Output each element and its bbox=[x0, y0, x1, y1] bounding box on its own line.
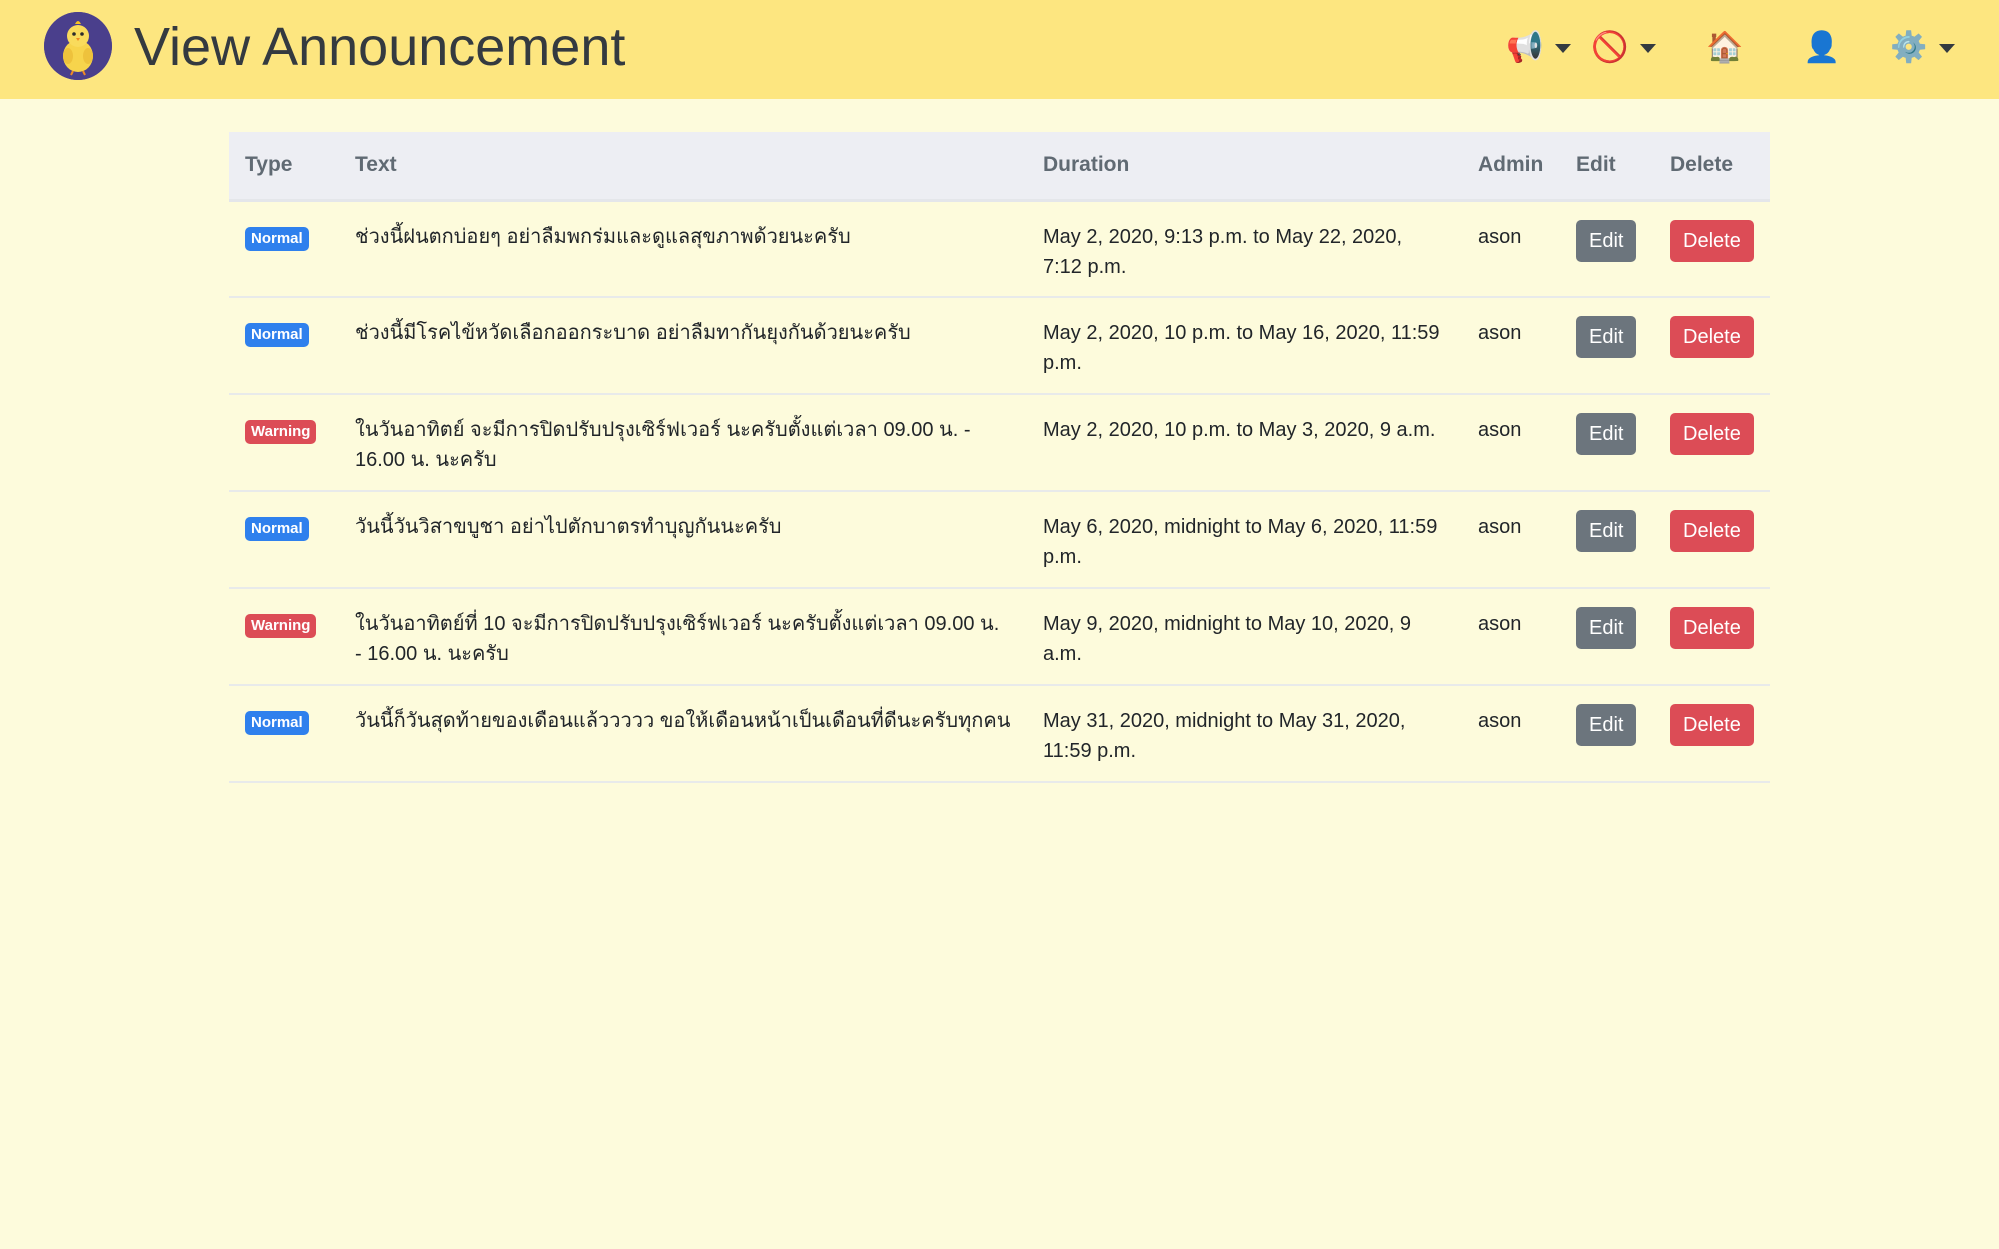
announcement-admin: ason bbox=[1462, 297, 1560, 395]
delete-button[interactable]: Delete bbox=[1670, 316, 1754, 358]
announcement-duration: May 6, 2020, midnight to May 6, 2020, 11… bbox=[1027, 491, 1462, 589]
table-row: Normal ช่วงนี้มีโรคไข้หวัดเลือกออกระบาด … bbox=[229, 297, 1770, 395]
profile-link[interactable]: 👤 bbox=[1803, 26, 1840, 70]
announcement-duration: May 2, 2020, 10 p.m. to May 3, 2020, 9 a… bbox=[1027, 394, 1462, 492]
column-header-type: Type bbox=[229, 132, 341, 202]
announcement-admin: ason bbox=[1462, 200, 1560, 298]
announcement-admin: ason bbox=[1462, 491, 1560, 589]
announcement-duration: May 2, 2020, 10 p.m. to May 16, 2020, 11… bbox=[1027, 297, 1462, 395]
chevron-down-icon bbox=[1939, 43, 1956, 53]
type-badge: Normal bbox=[245, 323, 309, 347]
table-row: Normal วันนี้ก็วันสุดท้ายของเดือนแล้วววว… bbox=[229, 685, 1770, 783]
gear-icon: ⚙️ bbox=[1890, 31, 1928, 64]
edit-button[interactable]: Edit bbox=[1576, 607, 1637, 649]
column-header-duration: Duration bbox=[1027, 132, 1462, 202]
announcement-text: ในวันอาทิตย์ จะมีการปิดปรับปรุงเซิร์ฟเวอ… bbox=[341, 394, 1027, 492]
announcement-table: Type Text Duration Admin Edit Delete Nor… bbox=[229, 132, 1770, 783]
column-header-edit: Edit bbox=[1560, 132, 1654, 202]
table-row: Normal วันนี้วันวิสาขบูชา อย่าไปตักบาตรท… bbox=[229, 491, 1770, 589]
home-link[interactable]: 🏠 bbox=[1706, 26, 1743, 70]
column-header-delete: Delete bbox=[1654, 132, 1770, 202]
announcement-dropdown[interactable]: 📢 bbox=[1506, 26, 1572, 70]
type-badge: Normal bbox=[245, 517, 309, 541]
announcement-text: วันนี้ก็วันสุดท้ายของเดือนแล้ววววว ขอให้… bbox=[341, 685, 1027, 783]
page-title: View Announcement bbox=[134, 17, 626, 77]
column-header-text: Text bbox=[341, 132, 1027, 202]
prohibited-icon: 🚫 bbox=[1591, 31, 1629, 64]
table-row: Warning ในวันอาทิตย์ จะมีการปิดปรับปรุงเ… bbox=[229, 394, 1770, 492]
edit-button[interactable]: Edit bbox=[1576, 219, 1637, 262]
announcement-text: ในวันอาทิตย์ที่ 10 จะมีการปิดปรับปรุงเซิ… bbox=[341, 588, 1027, 686]
type-badge: Normal bbox=[245, 711, 309, 735]
announcement-text: วันนี้วันวิสาขบูชา อย่าไปตักบาตรทำบุญกัน… bbox=[341, 491, 1027, 589]
delete-button[interactable]: Delete bbox=[1670, 413, 1754, 455]
announcement-duration: May 31, 2020, midnight to May 31, 2020, … bbox=[1027, 685, 1462, 783]
table-header-row: Type Text Duration Admin Edit Delete bbox=[229, 132, 1770, 202]
ban-dropdown[interactable]: 🚫 bbox=[1591, 26, 1657, 70]
column-header-admin: Admin bbox=[1462, 132, 1560, 202]
delete-button[interactable]: Delete bbox=[1670, 219, 1754, 262]
megaphone-icon: 📢 bbox=[1506, 31, 1544, 64]
home-icon: 🏠 bbox=[1706, 31, 1744, 64]
announcement-table-container: Type Text Duration Admin Edit Delete Nor… bbox=[229, 132, 1770, 783]
table-row: Warning ในวันอาทิตย์ที่ 10 จะมีการปิดปรั… bbox=[229, 588, 1770, 686]
announcement-duration: May 9, 2020, midnight to May 10, 2020, 9… bbox=[1027, 588, 1462, 686]
announcement-admin: ason bbox=[1462, 394, 1560, 492]
settings-dropdown[interactable]: ⚙️ bbox=[1890, 26, 1956, 70]
delete-button[interactable]: Delete bbox=[1670, 607, 1754, 649]
type-badge: Warning bbox=[245, 614, 317, 638]
edit-button[interactable]: Edit bbox=[1576, 316, 1637, 358]
announcement-admin: ason bbox=[1462, 685, 1560, 783]
chevron-down-icon bbox=[1640, 43, 1657, 53]
announcement-text: ช่วงนี้มีโรคไข้หวัดเลือกออกระบาด อย่าลืม… bbox=[341, 297, 1027, 395]
edit-button[interactable]: Edit bbox=[1576, 413, 1637, 455]
chick-logo-icon[interactable] bbox=[44, 12, 112, 80]
type-badge: Normal bbox=[245, 226, 309, 251]
user-icon: 👤 bbox=[1803, 31, 1841, 64]
announcement-admin: ason bbox=[1462, 588, 1560, 686]
delete-button[interactable]: Delete bbox=[1670, 510, 1754, 552]
edit-button[interactable]: Edit bbox=[1576, 704, 1637, 746]
delete-button[interactable]: Delete bbox=[1670, 704, 1754, 746]
edit-button[interactable]: Edit bbox=[1576, 510, 1637, 552]
top-navbar: View Announcement 📢 🚫 🏠 👤 ⚙️ bbox=[0, 0, 1999, 99]
announcement-text: ช่วงนี้ฝนตกบ่อยๆ อย่าลืมพกร่มและดูแลสุขภ… bbox=[341, 200, 1027, 298]
announcement-duration: May 2, 2020, 9:13 p.m. to May 22, 2020, … bbox=[1027, 200, 1462, 298]
chevron-down-icon bbox=[1555, 43, 1572, 53]
type-badge: Warning bbox=[245, 420, 317, 444]
table-row: Normal ช่วงนี้ฝนตกบ่อยๆ อย่าลืมพกร่มและด… bbox=[229, 200, 1770, 298]
